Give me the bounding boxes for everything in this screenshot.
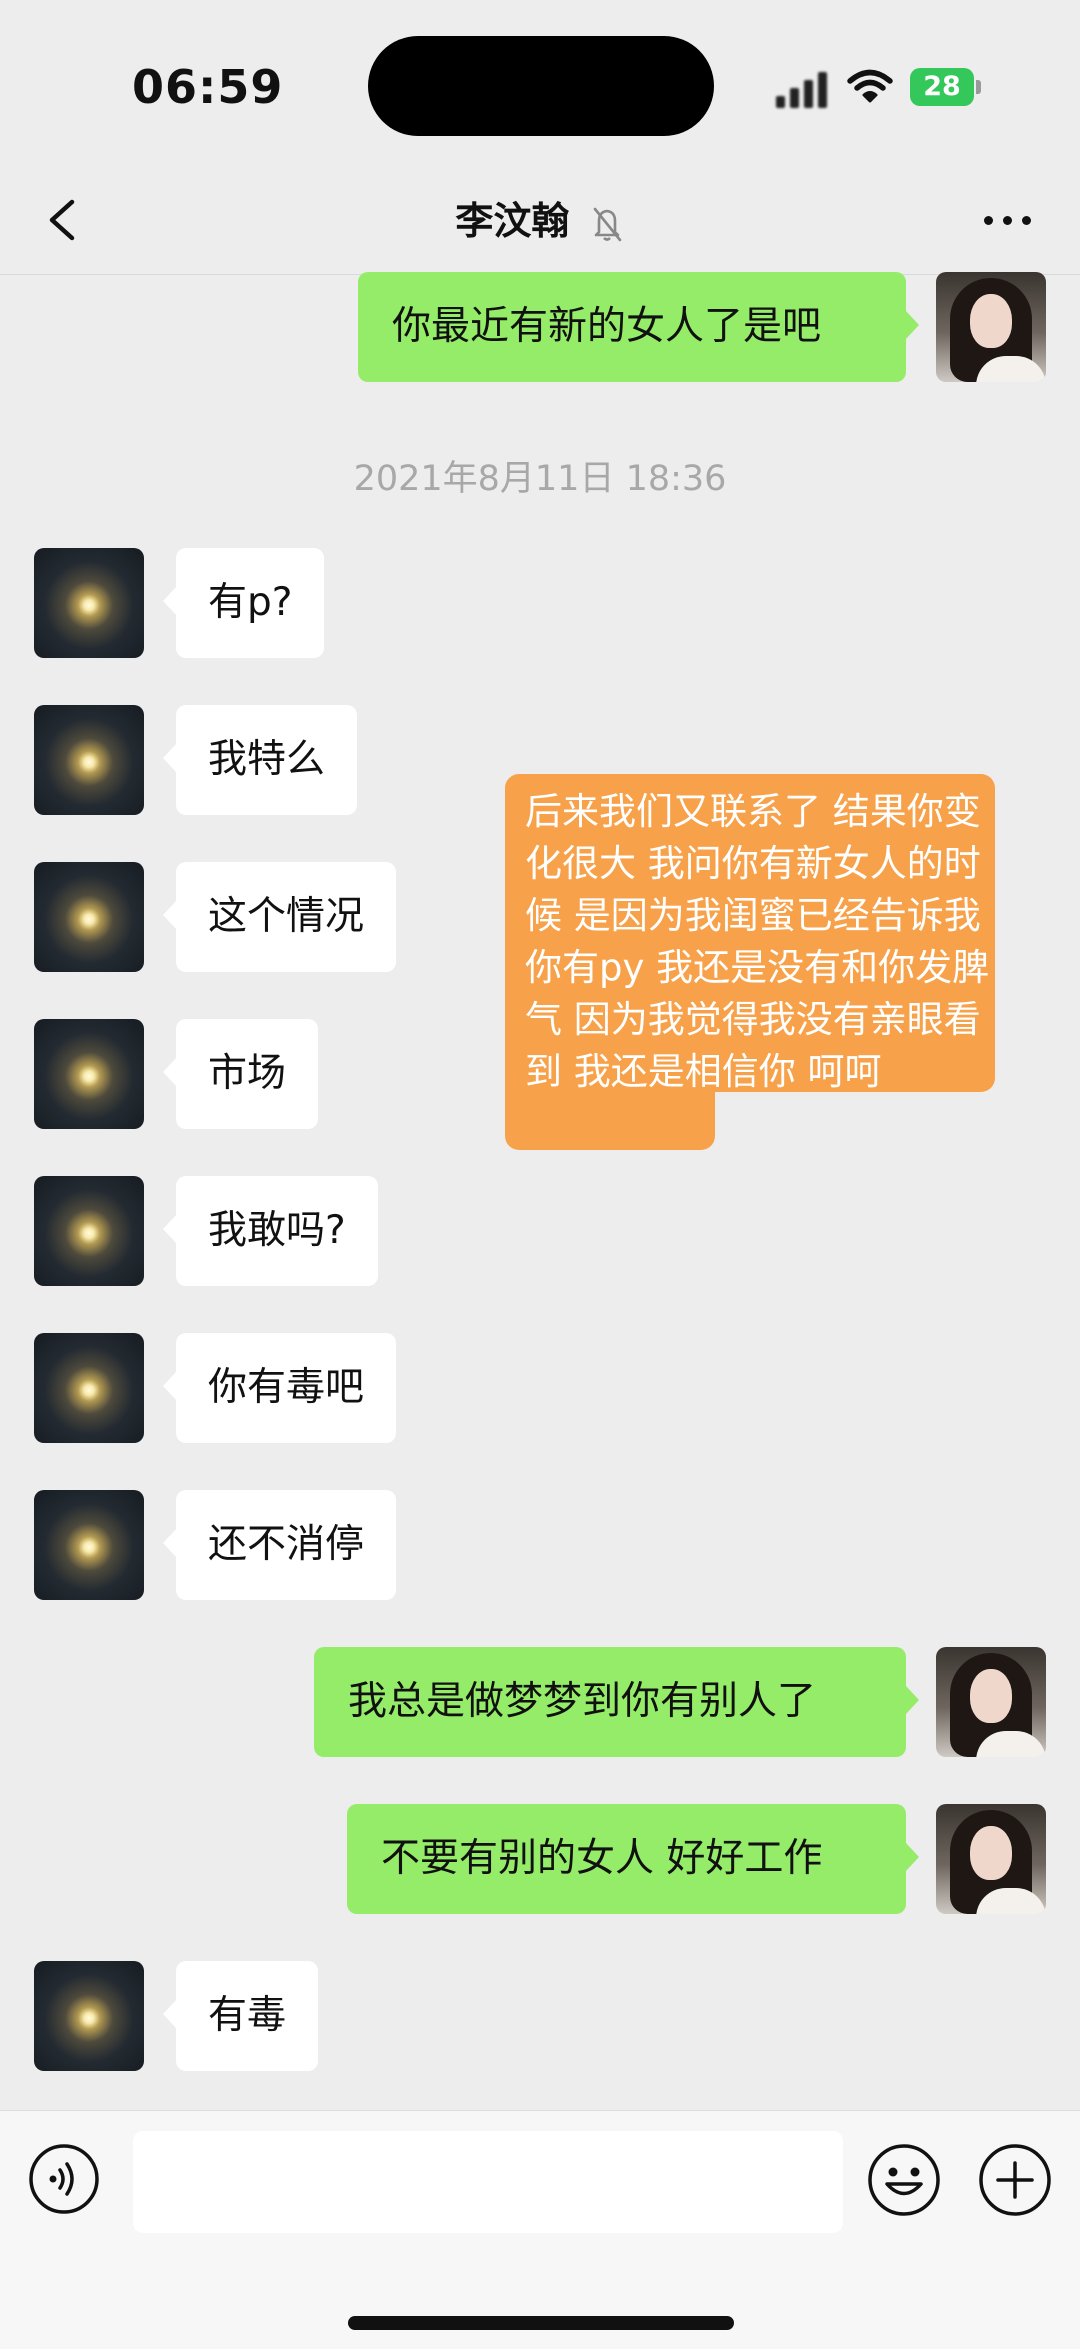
contact-avatar[interactable] [34, 1333, 144, 1443]
dynamic-island [368, 36, 714, 136]
battery-icon: 28 [910, 68, 982, 106]
received-message-bubble[interactable]: 市场 [162, 1019, 319, 1129]
status-time: 06:59 [132, 60, 284, 114]
home-indicator[interactable] [348, 2316, 734, 2330]
message-timestamp: 2021年8月11日 18:36 [353, 459, 727, 499]
received-message-bubble[interactable]: 有p? [162, 548, 325, 658]
contact-avatar[interactable] [34, 1961, 144, 2071]
more-icon[interactable] [978, 206, 1038, 236]
wifi-icon [847, 69, 893, 103]
received-message-bubble[interactable]: 我敢吗? [163, 1176, 378, 1286]
input-bar [0, 2110, 1080, 2349]
sent-message-bubble[interactable]: 我总是做梦梦到你有别人了 [314, 1647, 919, 1757]
contact-avatar[interactable] [34, 1490, 144, 1600]
received-message-bubble[interactable]: 我特么 [162, 705, 358, 815]
voice-icon[interactable] [28, 2143, 100, 2215]
sent-message-bubble[interactable]: 不要有别的女人 好好工作 [347, 1804, 919, 1914]
received-message-bubble[interactable]: 还不消停 [162, 1490, 397, 1600]
emoji-icon[interactable] [867, 2143, 941, 2217]
chat-header: 李汶翰 [0, 170, 1080, 275]
contact-avatar[interactable] [34, 1176, 144, 1286]
contact-avatar[interactable] [34, 862, 144, 972]
annotation-text: 后来我们又联系了 结果你变化很大 我问你有新女人的时候 是因为我闺蜜已经告诉我你… [525, 790, 990, 1093]
annotation-note: 后来我们又联系了 结果你变化很大 我问你有新女人的时候 是因为我闺蜜已经告诉我你… [505, 774, 995, 1150]
plus-icon[interactable] [978, 2143, 1052, 2217]
chat-title: 李汶翰 [455, 199, 570, 243]
contact-avatar[interactable] [34, 705, 144, 815]
my-avatar[interactable] [936, 1804, 1046, 1914]
contact-avatar[interactable] [34, 1019, 144, 1129]
received-message-bubble[interactable]: 有毒 [162, 1961, 319, 2071]
battery-level: 28 [910, 68, 974, 106]
contact-avatar[interactable] [34, 548, 144, 658]
sent-message-bubble[interactable]: 你最近有新的女人了是吧 [358, 272, 919, 382]
signal-icon [776, 72, 828, 108]
status-bar: 06:59 28 [0, 0, 1080, 170]
mute-bell-icon [593, 207, 621, 241]
my-avatar[interactable] [936, 1647, 1046, 1757]
my-avatar[interactable] [936, 272, 1046, 382]
message-input[interactable] [133, 2131, 843, 2233]
received-message-bubble[interactable]: 这个情况 [162, 862, 397, 972]
received-message-bubble[interactable]: 你有毒吧 [162, 1333, 397, 1443]
